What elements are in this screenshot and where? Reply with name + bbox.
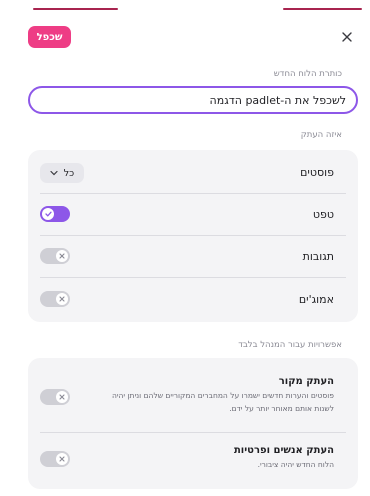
comments-toggle[interactable] — [40, 248, 70, 264]
posts-select[interactable]: כל — [40, 163, 84, 183]
reactions-row: אמוג'ים — [28, 277, 358, 322]
duplicate-button[interactable]: שכפל — [28, 26, 71, 48]
close-icon — [342, 32, 352, 42]
toggle-knob — [56, 391, 68, 403]
posts-label: פוסטים — [300, 166, 334, 179]
wallpaper-label: טפט — [312, 208, 334, 221]
comments-row: תגובות — [28, 235, 358, 277]
toggle-knob — [56, 250, 68, 262]
reactions-toggle[interactable] — [40, 291, 70, 307]
x-icon — [59, 296, 65, 302]
copy-options-card: פוסטים כל טפט תגובות אמוג'ים — [28, 150, 358, 322]
copy-source-title: העתק מקור — [278, 376, 334, 387]
posts-select-value: כל — [63, 167, 75, 179]
copy-source-row: העתק מקור פוסטים והערות חדשים ישמרו על ה… — [28, 358, 358, 432]
check-icon — [44, 211, 52, 217]
header-accent-line — [283, 8, 362, 10]
chevron-down-icon — [50, 170, 58, 176]
toggle-knob — [42, 208, 54, 220]
header-accent-line — [33, 8, 118, 10]
wallpaper-toggle[interactable] — [40, 206, 70, 222]
x-icon — [59, 253, 65, 259]
wallpaper-row: טפט — [28, 193, 358, 235]
close-button[interactable] — [336, 26, 358, 48]
copy-people-title: העתק אנשים ופרטיות — [233, 445, 334, 456]
comments-label: תגובות — [302, 250, 334, 263]
x-icon — [59, 456, 65, 462]
copy-source-toggle[interactable] — [40, 389, 70, 405]
board-title-label: כותרת הלוח החדש — [273, 69, 342, 79]
board-title-input[interactable] — [28, 86, 358, 114]
copy-people-toggle[interactable] — [40, 451, 70, 467]
toggle-knob — [56, 453, 68, 465]
admin-options-card: העתק מקור פוסטים והערות חדשים ישמרו על ה… — [28, 358, 358, 489]
copy-source-desc: פוסטים והערות חדשים ישמרו על המחברים המק… — [111, 391, 334, 413]
reactions-label: אמוג'ים — [298, 293, 334, 306]
copy-section-label: איזה העתק — [300, 130, 342, 140]
copy-people-row: העתק אנשים ופרטיות הלוח החדש יהיה ציבורי… — [28, 432, 358, 489]
admin-section-label: אפשרויות עבור המנהל בלבד — [238, 340, 342, 350]
toggle-knob — [56, 293, 68, 305]
copy-people-desc: הלוח החדש יהיה ציבורי. — [257, 460, 334, 469]
posts-row: פוסטים כל — [28, 150, 358, 192]
x-icon — [59, 394, 65, 400]
